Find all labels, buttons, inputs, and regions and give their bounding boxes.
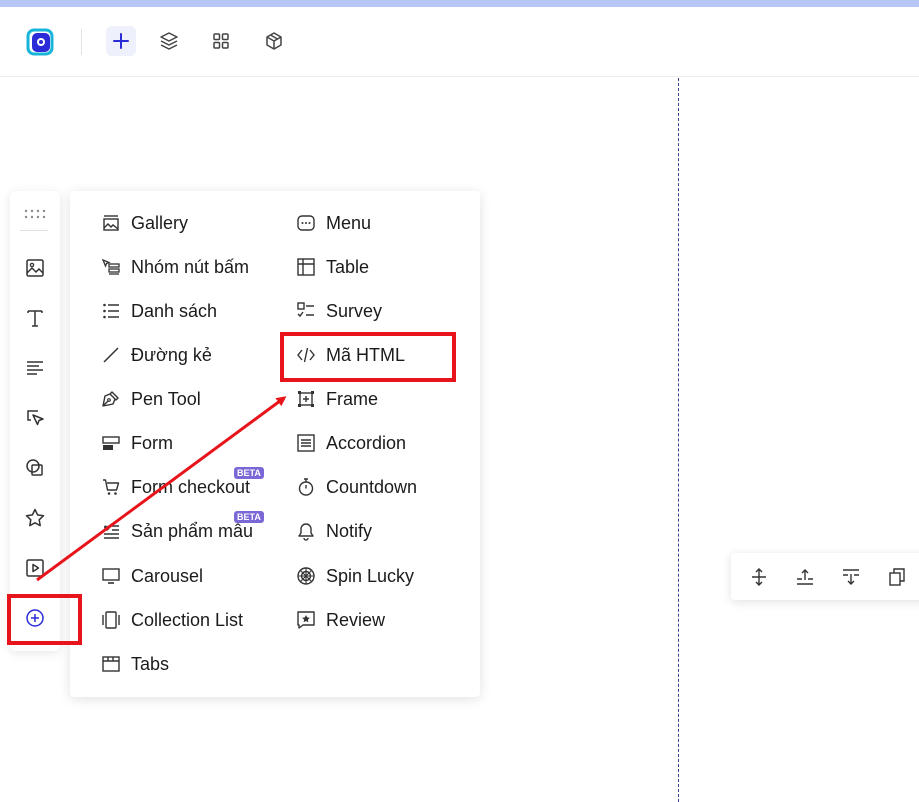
top-accent-stripe xyxy=(0,0,919,7)
menu-item-frame[interactable]: Frame xyxy=(295,384,378,414)
accordion-icon xyxy=(295,432,317,454)
beta-badge: BETA xyxy=(234,511,264,523)
sidebar-item-image[interactable] xyxy=(20,253,50,283)
sidebar-item-icon[interactable] xyxy=(20,503,50,533)
layers-icon xyxy=(160,32,178,50)
toolbar-divider xyxy=(81,29,82,55)
pen-tool-icon xyxy=(100,388,122,410)
sidebar-item-text[interactable] xyxy=(20,303,50,333)
paragraph-icon xyxy=(27,361,43,375)
bell-icon xyxy=(295,520,317,542)
collection-icon xyxy=(100,609,122,631)
gallery-icon xyxy=(100,212,122,234)
table-icon xyxy=(295,256,317,278)
button-group-icon xyxy=(100,256,122,278)
list-icon xyxy=(100,300,122,322)
canvas-guide-line xyxy=(678,78,679,802)
survey-icon xyxy=(295,300,317,322)
menu-item-menu[interactable]: Menu xyxy=(295,208,371,238)
beta-badge: BETA xyxy=(234,467,264,479)
menu-item-tabs[interactable]: Tabs xyxy=(100,649,169,679)
frame-icon xyxy=(295,388,317,410)
menu-item-pen-tool[interactable]: Pen Tool xyxy=(100,384,201,414)
menu-item-accordion[interactable]: Accordion xyxy=(295,428,406,458)
shape-icon xyxy=(26,459,43,476)
menu-item-review[interactable]: Review xyxy=(295,605,385,635)
menu-item-button-group[interactable]: Nhóm nút bấm xyxy=(100,252,249,282)
menu-item-form[interactable]: Form xyxy=(100,428,173,458)
duplicate-icon xyxy=(889,568,905,586)
menu-item-spin-lucky[interactable]: Spin Lucky xyxy=(295,561,414,591)
top-toolbar xyxy=(0,7,919,77)
tabs-icon xyxy=(100,653,122,675)
annotation-highlight-add-button xyxy=(7,594,82,645)
sidebar-item-video[interactable] xyxy=(20,553,50,583)
apps-grid-button[interactable] xyxy=(206,26,236,56)
insert-above-icon xyxy=(797,569,813,585)
button-icon xyxy=(27,410,44,426)
menu-item-list[interactable]: Danh sách xyxy=(100,296,217,326)
insert-below-icon xyxy=(843,569,859,585)
grid-icon xyxy=(213,33,229,49)
carousel-icon xyxy=(100,565,122,587)
section-floating-toolbar xyxy=(731,553,919,600)
form-icon xyxy=(100,432,122,454)
spin-icon xyxy=(295,565,317,587)
star-icon xyxy=(25,508,45,527)
app-logo-icon[interactable] xyxy=(25,27,55,57)
menu-item-notify[interactable]: Notify xyxy=(295,516,372,546)
menu-item-countdown[interactable]: Countdown xyxy=(295,472,417,502)
video-icon xyxy=(26,559,44,577)
layers-button[interactable] xyxy=(154,26,184,56)
menu-item-table[interactable]: Table xyxy=(295,252,369,282)
menu-item-sample-product[interactable]: Sản phẩm mẫu xyxy=(100,516,253,546)
menu-icon xyxy=(295,212,317,234)
text-icon xyxy=(27,310,43,327)
add-element-panel: Gallery Nhóm nút bấm Danh sách Đường kẻ … xyxy=(70,191,480,697)
line-icon xyxy=(100,344,122,366)
cart-icon xyxy=(100,476,122,498)
menu-item-gallery[interactable]: Gallery xyxy=(100,208,188,238)
insert-above-button[interactable] xyxy=(792,564,818,590)
product-icon xyxy=(100,520,122,542)
menu-item-line[interactable]: Đường kẻ xyxy=(100,340,212,370)
package-button[interactable] xyxy=(259,26,289,56)
drag-handle-icon[interactable] xyxy=(23,206,47,219)
sidebar-divider xyxy=(20,230,48,231)
menu-item-survey[interactable]: Survey xyxy=(295,296,382,326)
duplicate-button[interactable] xyxy=(884,564,910,590)
element-sidebar xyxy=(10,191,60,651)
move-vertical-button[interactable] xyxy=(746,564,772,590)
menu-item-carousel[interactable]: Carousel xyxy=(100,561,203,591)
insert-below-button[interactable] xyxy=(838,564,864,590)
box-icon xyxy=(266,32,282,50)
sidebar-item-shape[interactable] xyxy=(20,453,50,483)
sidebar-item-button[interactable] xyxy=(20,403,50,433)
move-vertical-icon xyxy=(752,568,766,586)
annotation-highlight-html-code xyxy=(280,332,456,382)
plus-icon xyxy=(113,33,129,49)
menu-item-form-checkout[interactable]: Form checkout xyxy=(100,472,250,502)
review-icon xyxy=(295,609,317,631)
image-icon xyxy=(26,259,44,277)
sidebar-item-paragraph[interactable] xyxy=(20,353,50,383)
timer-icon xyxy=(295,476,317,498)
add-element-button[interactable] xyxy=(106,26,136,56)
menu-item-collection-list[interactable]: Collection List xyxy=(100,605,243,635)
